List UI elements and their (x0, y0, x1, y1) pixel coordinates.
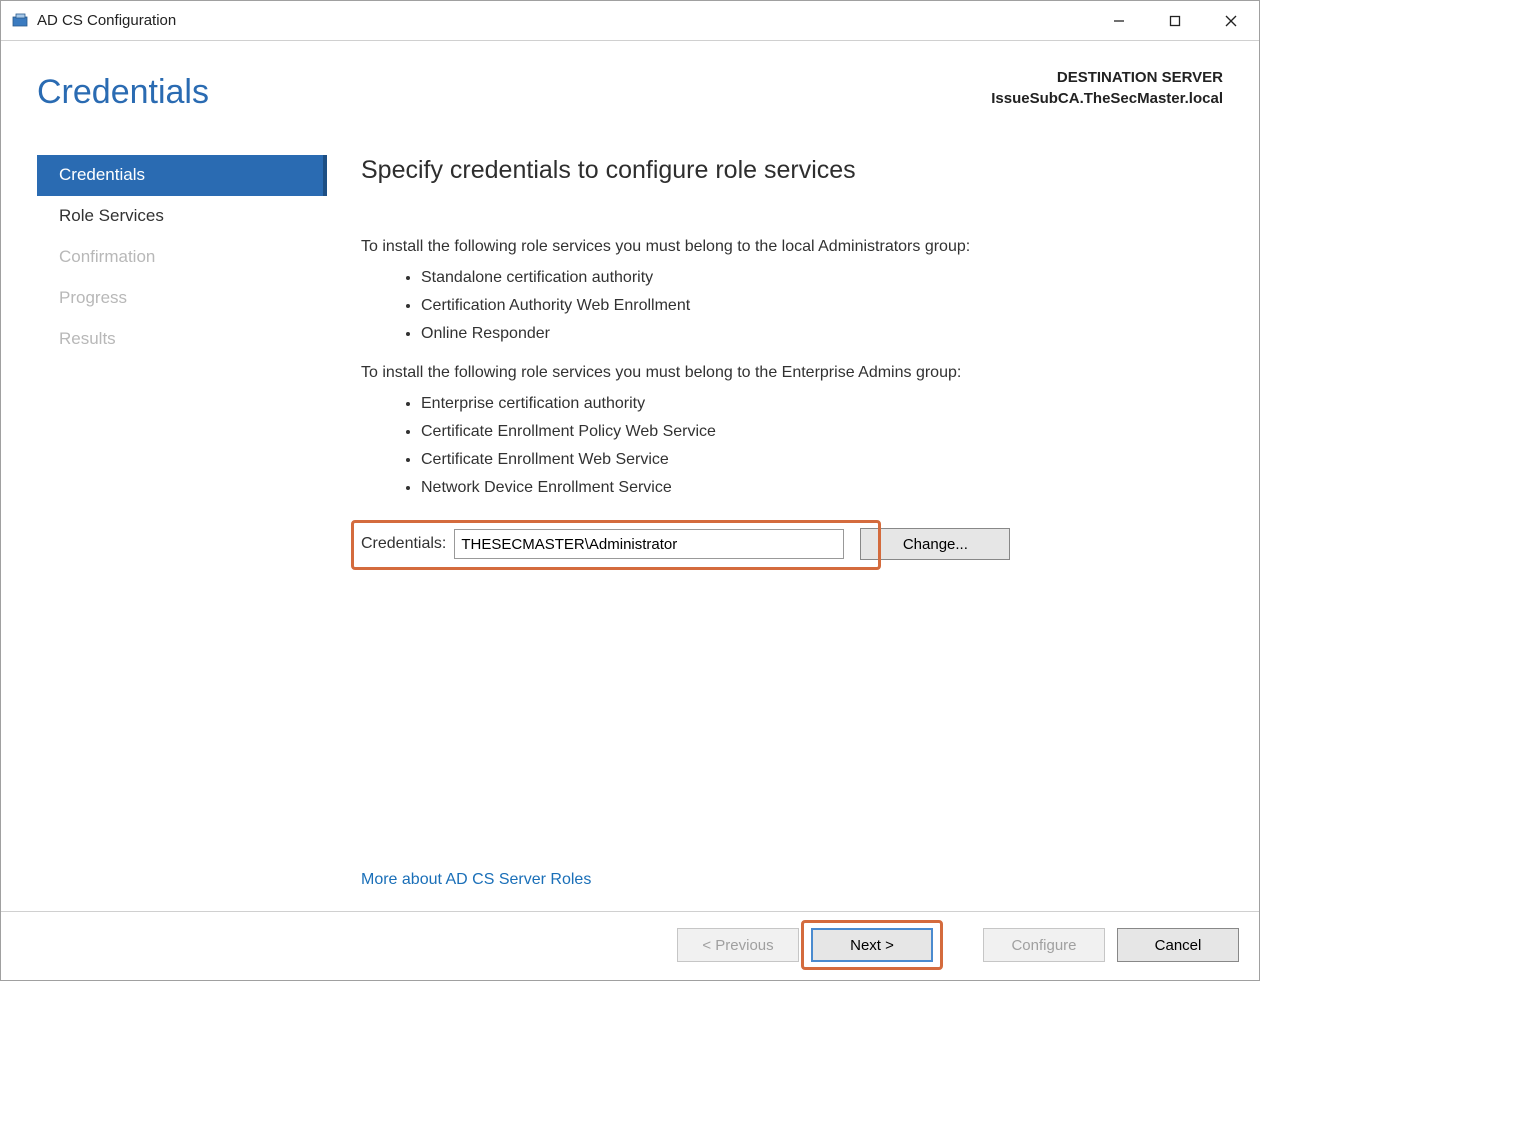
window-title: AD CS Configuration (37, 10, 1091, 31)
wizard-body: Credentials DESTINATION SERVER IssueSubC… (1, 41, 1259, 911)
main-pane: Specify credentials to configure role se… (327, 153, 1223, 891)
sidebar-item-confirmation: Confirmation (37, 237, 327, 278)
list-item: Enterprise certification authority (421, 390, 1223, 418)
sidebar-item-label: Progress (59, 286, 127, 310)
page-title: Credentials (37, 67, 209, 117)
change-button[interactable]: Change... (860, 528, 1010, 560)
intro-enterprise-admins: To install the following role services y… (361, 362, 1223, 384)
intro-local-admins: To install the following role services y… (361, 236, 1223, 258)
credentials-row: Credentials: Change... (361, 528, 1223, 560)
close-button[interactable] (1203, 1, 1259, 41)
role-list-enterprise: Enterprise certification authority Certi… (361, 390, 1223, 502)
list-item: Certificate Enrollment Policy Web Servic… (421, 418, 1223, 446)
role-list-local: Standalone certification authority Certi… (361, 264, 1223, 348)
sidebar-item-progress: Progress (37, 278, 327, 319)
header-row: Credentials DESTINATION SERVER IssueSubC… (37, 67, 1223, 153)
list-item: Standalone certification authority (421, 264, 1223, 292)
list-item: Network Device Enrollment Service (421, 474, 1223, 502)
sidebar-item-label: Confirmation (59, 245, 155, 269)
credentials-label: Credentials: (361, 533, 446, 555)
wizard-footer: < Previous Next > Configure Cancel (1, 911, 1259, 980)
main-heading: Specify credentials to configure role se… (361, 153, 1223, 188)
previous-button: < Previous (677, 928, 799, 962)
sidebar-item-label: Role Services (59, 204, 164, 228)
list-item: Online Responder (421, 320, 1223, 348)
list-item: Certification Authority Web Enrollment (421, 292, 1223, 320)
content-row: Credentials Role Services Confirmation P… (37, 153, 1223, 891)
sidebar-item-credentials[interactable]: Credentials (37, 155, 327, 196)
cancel-button[interactable]: Cancel (1117, 928, 1239, 962)
wizard-sidebar: Credentials Role Services Confirmation P… (37, 153, 327, 891)
destination-value: IssueSubCA.TheSecMaster.local (991, 88, 1223, 109)
sidebar-item-role-services[interactable]: Role Services (37, 196, 327, 237)
sidebar-item-label: Credentials (59, 163, 145, 187)
next-button[interactable]: Next > (811, 928, 933, 962)
maximize-button[interactable] (1147, 1, 1203, 41)
configure-button: Configure (983, 928, 1105, 962)
credentials-input[interactable] (454, 529, 844, 559)
titlebar-buttons (1091, 1, 1259, 41)
destination-label: DESTINATION SERVER (991, 67, 1223, 88)
sidebar-item-label: Results (59, 327, 116, 351)
adcs-config-window: AD CS Configuration Credentials DESTINAT… (0, 0, 1260, 981)
minimize-button[interactable] (1091, 1, 1147, 41)
more-link[interactable]: More about AD CS Server Roles (361, 829, 1223, 891)
app-icon (11, 12, 29, 30)
titlebar: AD CS Configuration (1, 1, 1259, 41)
sidebar-item-results: Results (37, 319, 327, 360)
destination-box: DESTINATION SERVER IssueSubCA.TheSecMast… (991, 67, 1223, 109)
list-item: Certificate Enrollment Web Service (421, 446, 1223, 474)
